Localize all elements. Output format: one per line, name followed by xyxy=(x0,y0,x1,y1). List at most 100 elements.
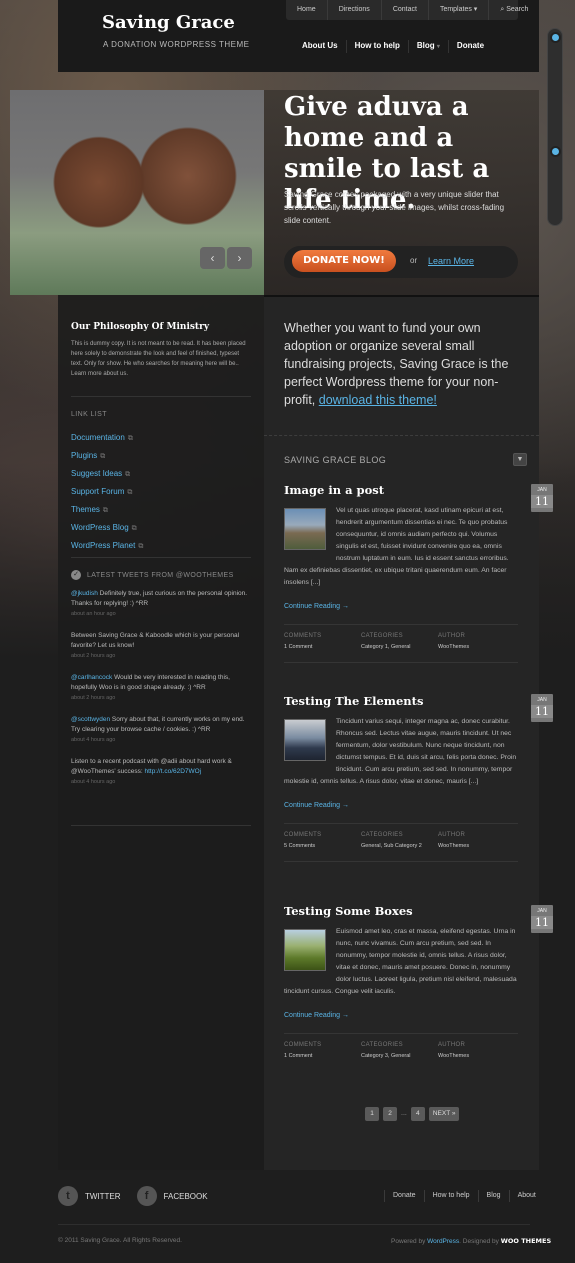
pagination: 1 2 ... 4 NEXT » xyxy=(365,1107,460,1121)
woothemes-logo-link[interactable]: WOO THEMES xyxy=(501,1237,551,1245)
nav-about-us[interactable]: About Us xyxy=(294,40,347,53)
comments-link[interactable]: 1 Comment xyxy=(284,644,361,650)
vertical-slide-scroller[interactable] xyxy=(547,28,563,226)
meta-label: AUTHOR xyxy=(438,832,466,838)
author-link[interactable]: WooThemes xyxy=(438,843,515,849)
sidebar: Our Philosophy Of Ministry This is dummy… xyxy=(58,295,264,1170)
comments-link[interactable]: 5 Comments xyxy=(284,843,361,849)
post-title[interactable]: Image in a post xyxy=(284,483,518,497)
philosophy-title: Our Philosophy Of Ministry xyxy=(71,322,210,332)
tweet-user-link[interactable]: @scottwyden xyxy=(71,716,110,723)
meta-comments: COMMENTS 1 Comment xyxy=(284,1042,361,1059)
tweet-time[interactable]: about 4 hours ago xyxy=(71,777,251,787)
collapse-toggle-icon[interactable]: ▼ xyxy=(513,453,527,466)
tweet-user-link[interactable]: @carlhancock xyxy=(71,674,112,681)
page-2-button[interactable]: 2 xyxy=(383,1107,397,1121)
chevron-down-icon: ▾ xyxy=(436,44,440,50)
footer-social: t TWITTER f FACEBOOK xyxy=(58,1186,224,1206)
facebook-icon[interactable]: f xyxy=(136,1186,157,1206)
categories-link[interactable]: Category 3, General xyxy=(361,1053,438,1059)
wordpress-link[interactable]: WordPress xyxy=(427,1238,459,1245)
blog-post: Testing Some Boxes Euismod amet leo, cra… xyxy=(284,904,518,1059)
link-wordpress-planet[interactable]: WordPress Planet ⧉ xyxy=(71,537,251,555)
blog-heading: SAVING GRACE BLOG xyxy=(284,455,387,465)
meta-label: CATEGORIES xyxy=(361,1042,403,1048)
footer-nav-how-to-help[interactable]: How to help xyxy=(423,1190,478,1202)
link-documentation[interactable]: Documentation ⧉ xyxy=(71,429,251,447)
credits-text: Powered by WordPress. Designed by WOO TH… xyxy=(391,1237,551,1245)
next-page-button[interactable]: NEXT » xyxy=(428,1107,460,1121)
meta-label: AUTHOR xyxy=(438,633,466,639)
footer-nav-donate[interactable]: Donate xyxy=(384,1190,424,1202)
tweet-time[interactable]: about 4 hours ago xyxy=(71,735,251,745)
post-date-badge: JAN 11 xyxy=(531,905,553,933)
link-list: Documentation ⧉ Plugins ⧉ Suggest Ideas ⧉ S… xyxy=(71,429,251,555)
tweet-user-link[interactable]: @jkudish xyxy=(71,590,98,597)
topnav-directions[interactable]: Directions xyxy=(328,0,382,20)
donate-now-button[interactable]: DONATE NOW! xyxy=(292,250,396,272)
meta-label: CATEGORIES xyxy=(361,633,403,639)
external-link-icon: ⧉ xyxy=(138,543,144,550)
date-day: 11 xyxy=(531,705,553,718)
link-label: Plugins xyxy=(71,451,98,460)
continue-reading-link[interactable]: Continue Reading → xyxy=(284,802,518,809)
page-4-button[interactable]: 4 xyxy=(410,1107,425,1121)
link-themes[interactable]: Themes ⧉ xyxy=(71,501,251,519)
learn-more-link[interactable]: Learn More xyxy=(428,256,474,266)
post-excerpt: Tincidunt varius sequi, integer magna ac… xyxy=(284,716,518,788)
meta-comments: COMMENTS 5 Comments xyxy=(284,832,361,849)
topnav-search[interactable]: ⌕ Search xyxy=(489,0,539,20)
main-navigation: About Us How to help Blog ▾ Donate xyxy=(294,40,492,53)
link-label: Themes xyxy=(71,505,100,514)
nav-donate[interactable]: Donate xyxy=(449,40,492,53)
page-1-button[interactable]: 1 xyxy=(365,1107,379,1121)
nav-how-to-help[interactable]: How to help xyxy=(347,40,409,53)
link-label: WordPress Planet xyxy=(71,541,136,550)
topnav-home[interactable]: Home xyxy=(286,0,328,20)
facebook-link[interactable]: FACEBOOK xyxy=(164,1192,208,1201)
post-thumbnail[interactable] xyxy=(284,929,326,971)
download-theme-link[interactable]: download this theme! xyxy=(319,393,437,407)
footer-nav-about[interactable]: About xyxy=(508,1190,544,1202)
slide-knob-top[interactable] xyxy=(550,32,561,43)
post-thumbnail[interactable] xyxy=(284,719,326,761)
post-thumbnail[interactable] xyxy=(284,508,326,550)
tweet-time[interactable]: about 2 hours ago xyxy=(71,693,251,703)
hero-cta-bar: DONATE NOW! or Learn More xyxy=(284,246,518,278)
continue-reading-link[interactable]: Continue Reading → xyxy=(284,1012,518,1019)
tweet-time[interactable]: about 2 hours ago xyxy=(71,651,251,661)
comments-link[interactable]: 1 Comment xyxy=(284,1053,361,1059)
slide-knob-active[interactable] xyxy=(550,146,561,157)
tweet-time[interactable]: about an hour ago xyxy=(71,609,251,619)
footer-nav-blog[interactable]: Blog xyxy=(477,1190,509,1202)
site-title[interactable]: Saving Grace xyxy=(102,12,235,33)
link-plugins[interactable]: Plugins ⧉ xyxy=(71,447,251,465)
main-content: Whether you want to fund your own adopti… xyxy=(264,295,539,1170)
link-wordpress-blog[interactable]: WordPress Blog ⧉ xyxy=(71,519,251,537)
next-arrow-icon[interactable]: › xyxy=(227,247,252,269)
post-excerpt: Vel ut quas utroque placerat, kasd utina… xyxy=(284,505,518,589)
prev-arrow-icon[interactable]: ‹ xyxy=(200,247,225,269)
powered-by-label: Powered by xyxy=(391,1238,428,1245)
twitter-icon[interactable]: t xyxy=(58,1186,78,1206)
hero-slider: ‹ › Give aduva a home and a smile to las… xyxy=(10,90,539,295)
author-link[interactable]: WooThemes xyxy=(438,644,515,650)
post-title[interactable]: Testing Some Boxes xyxy=(284,904,518,918)
tweet-link[interactable]: http://t.co/62D7WOj xyxy=(144,768,201,775)
hero-image: ‹ › xyxy=(10,90,264,295)
site-tagline: A DONATION WORDPRESS THEME xyxy=(103,40,250,49)
link-support-forum[interactable]: Support Forum ⧉ xyxy=(71,483,251,501)
meta-categories: CATEGORIES General, Sub Category 2 xyxy=(361,832,438,849)
link-suggest-ideas[interactable]: Suggest Ideas ⧉ xyxy=(71,465,251,483)
twitter-link[interactable]: TWITTER xyxy=(85,1192,121,1201)
author-link[interactable]: WooThemes xyxy=(438,1053,515,1059)
categories-link[interactable]: General, Sub Category 2 xyxy=(361,843,438,849)
topnav-contact[interactable]: Contact xyxy=(382,0,429,20)
link-label: WordPress Blog xyxy=(71,523,129,532)
continue-reading-link[interactable]: Continue Reading → xyxy=(284,603,518,610)
tweet-item: @carlhancock Would be very interested in… xyxy=(71,673,251,703)
post-title[interactable]: Testing The Elements xyxy=(284,694,518,708)
categories-link[interactable]: Category 1, General xyxy=(361,644,438,650)
nav-blog[interactable]: Blog ▾ xyxy=(409,40,449,53)
topnav-templates[interactable]: Templates ▾ xyxy=(429,0,490,20)
